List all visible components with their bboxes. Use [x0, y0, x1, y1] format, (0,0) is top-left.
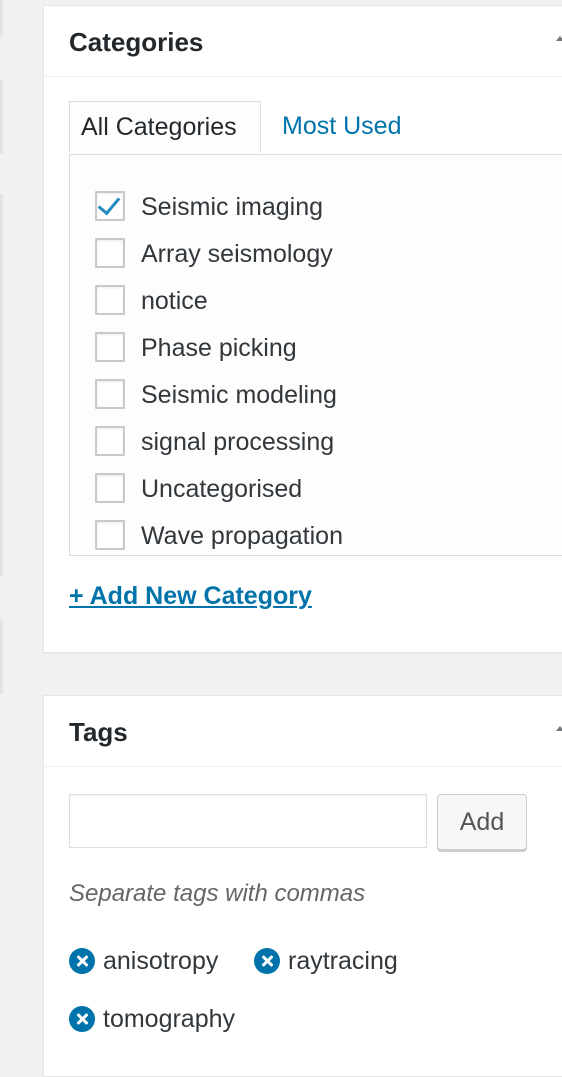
- tab-most-used[interactable]: Most Used: [271, 101, 412, 153]
- left-strip: [0, 620, 3, 694]
- tag-label: anisotropy: [103, 947, 219, 975]
- add-tag-button[interactable]: Add: [437, 794, 527, 850]
- remove-tag-icon[interactable]: [69, 948, 95, 974]
- category-tabs: All Categories Most Used: [69, 101, 562, 155]
- category-label[interactable]: Seismic modeling: [141, 380, 337, 410]
- category-checkbox[interactable]: [95, 426, 125, 456]
- add-new-category-link[interactable]: + Add New Category: [69, 582, 312, 611]
- category-checkbox[interactable]: [95, 332, 125, 362]
- category-label[interactable]: Wave propagation: [141, 521, 343, 551]
- tag-label: raytracing: [288, 947, 398, 975]
- category-label[interactable]: Phase picking: [141, 333, 297, 363]
- category-checkbox[interactable]: [95, 520, 125, 550]
- left-strip: [0, 194, 3, 576]
- tags-hint: Separate tags with commas: [69, 880, 366, 907]
- category-checkbox[interactable]: [95, 285, 125, 315]
- remove-tag-icon[interactable]: [69, 1006, 95, 1032]
- category-checkbox[interactable]: [95, 191, 125, 221]
- category-label[interactable]: Seismic imaging: [141, 192, 323, 222]
- remove-tag-icon[interactable]: [254, 948, 280, 974]
- categories-header: Categories: [44, 6, 562, 77]
- tab-all-categories[interactable]: All Categories: [69, 101, 261, 153]
- tags-box: Tags Add Separate tags with commas aniso…: [43, 695, 562, 1077]
- tag-label: tomography: [103, 1005, 236, 1033]
- category-label[interactable]: Uncategorised: [141, 474, 302, 504]
- collapse-arrow-icon[interactable]: [556, 36, 562, 41]
- categories-box: Categories All Categories Most Used Seis…: [43, 5, 562, 653]
- category-label[interactable]: notice: [141, 286, 208, 316]
- checkmark-icon: [97, 191, 121, 216]
- category-checkbox[interactable]: [95, 379, 125, 409]
- left-strip: [0, 0, 3, 36]
- category-checkbox[interactable]: [95, 473, 125, 503]
- tags-title: Tags: [69, 717, 128, 747]
- categories-title: Categories: [69, 27, 204, 57]
- new-tag-input[interactable]: [69, 794, 427, 848]
- category-label[interactable]: Array seismology: [141, 239, 333, 269]
- left-strip: [0, 80, 3, 154]
- category-label[interactable]: signal processing: [141, 427, 334, 457]
- tags-header: Tags: [44, 696, 562, 767]
- category-checklist-panel[interactable]: Seismic imaging Array seismology notice …: [69, 154, 562, 556]
- category-checkbox[interactable]: [95, 238, 125, 268]
- collapse-arrow-icon[interactable]: [556, 726, 562, 731]
